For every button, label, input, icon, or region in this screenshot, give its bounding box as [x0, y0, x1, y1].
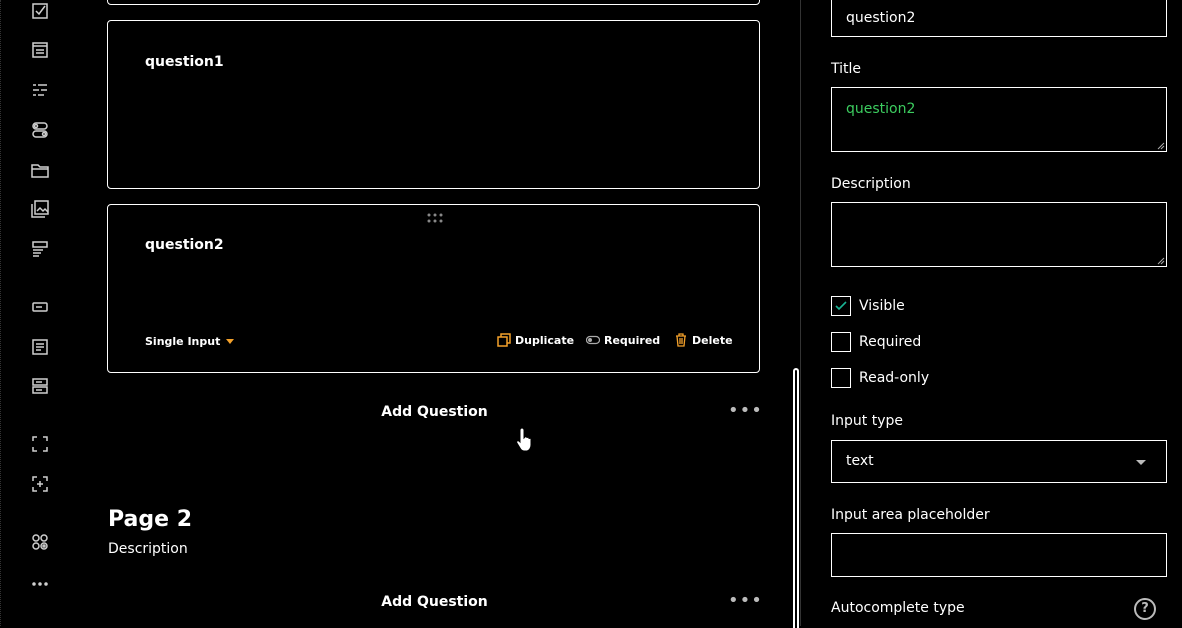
duplicate-icon	[497, 333, 511, 347]
placeholder-field[interactable]	[831, 533, 1167, 577]
visible-checkbox[interactable]: Visible	[831, 296, 905, 316]
input-type-value: text	[846, 453, 874, 469]
comment-icon[interactable]	[29, 39, 51, 61]
title-field[interactable]: question2	[831, 87, 1167, 152]
more-tools-icon[interactable]	[29, 531, 51, 553]
single-input-icon[interactable]	[29, 296, 51, 318]
input-type-dropdown[interactable]: text	[831, 440, 1167, 483]
page2-title[interactable]: Page 2	[108, 507, 192, 532]
question-actions: Single Input Duplicate Required Delete	[108, 333, 759, 353]
survey-canvas: question1 question2 Single Input Duplica…	[78, 0, 800, 626]
question-type-label: Single Input	[145, 335, 221, 348]
canvas-scrollbar[interactable]	[793, 368, 799, 628]
chevron-down-icon	[226, 339, 235, 344]
question2-card[interactable]: question2 Single Input Duplicate Require…	[107, 204, 760, 373]
question-type-selector[interactable]: Single Input	[145, 335, 235, 348]
dynamic-panel-icon[interactable]	[29, 433, 51, 455]
required-toggle[interactable]: Required	[586, 333, 660, 347]
panel-divider	[800, 0, 801, 626]
checkbox-box[interactable]	[831, 332, 851, 352]
toolbox	[0, 0, 79, 626]
trash-icon	[676, 333, 686, 347]
delete-button[interactable]: Delete	[674, 333, 733, 347]
input-type-label: Input type	[831, 413, 903, 429]
add-question-button-page2[interactable]: Add Question	[78, 594, 791, 610]
required-label: Required	[859, 334, 922, 350]
hand-cursor-icon	[516, 427, 532, 452]
more-options-icon-page2[interactable]: •••	[728, 590, 763, 611]
add-question-button[interactable]: Add Question	[78, 404, 791, 420]
readonly-checkbox[interactable]: Read-only	[831, 368, 929, 388]
name-value: question2	[846, 10, 916, 26]
description-label: Description	[831, 176, 911, 192]
chevron-down-icon	[1136, 460, 1146, 465]
checkbox-box[interactable]	[831, 296, 851, 316]
placeholder-label: Input area placeholder	[831, 507, 990, 523]
more-icon[interactable]	[29, 573, 51, 595]
add-expression-icon[interactable]	[29, 473, 51, 495]
image-picker-icon[interactable]	[29, 198, 51, 220]
description-field[interactable]	[831, 202, 1167, 267]
text-area-icon[interactable]	[29, 336, 51, 358]
help-icon[interactable]: ?	[1134, 598, 1156, 620]
previous-question-card[interactable]	[107, 0, 760, 5]
required-label: Required	[604, 333, 661, 347]
duplicate-label: Duplicate	[515, 333, 575, 347]
drag-handle-icon[interactable]	[426, 212, 444, 224]
delete-label: Delete	[692, 333, 733, 347]
page2-description[interactable]: Description	[108, 541, 188, 557]
more-options-icon[interactable]: •••	[728, 400, 763, 421]
question1-card[interactable]: question1	[107, 20, 760, 189]
panel-icon[interactable]	[29, 375, 51, 397]
toggle-icon	[586, 335, 600, 345]
checkmark-icon	[835, 301, 847, 311]
checkbox-box[interactable]	[831, 368, 851, 388]
duplicate-button[interactable]: Duplicate	[497, 333, 574, 347]
name-field[interactable]: question2	[831, 0, 1167, 37]
resize-handle-icon[interactable]	[1157, 142, 1165, 150]
property-grid: question2 Title question2 Description Vi…	[802, 0, 1182, 626]
readonly-label: Read-only	[859, 370, 930, 386]
multiple-text-icon[interactable]	[29, 238, 51, 260]
ranking-icon[interactable]	[29, 79, 51, 101]
boolean-icon[interactable]	[29, 119, 51, 141]
question1-title[interactable]: question1	[145, 54, 224, 70]
visible-label: Visible	[859, 298, 905, 314]
title-label: Title	[831, 61, 862, 77]
autocomplete-label: Autocomplete type	[831, 600, 965, 616]
question2-title[interactable]: question2	[145, 237, 224, 253]
checkbox-icon[interactable]	[29, 0, 51, 22]
resize-handle-icon[interactable]	[1157, 257, 1165, 265]
required-checkbox[interactable]: Required	[831, 332, 921, 352]
file-icon[interactable]	[29, 159, 51, 181]
title-value: question2	[846, 101, 916, 117]
